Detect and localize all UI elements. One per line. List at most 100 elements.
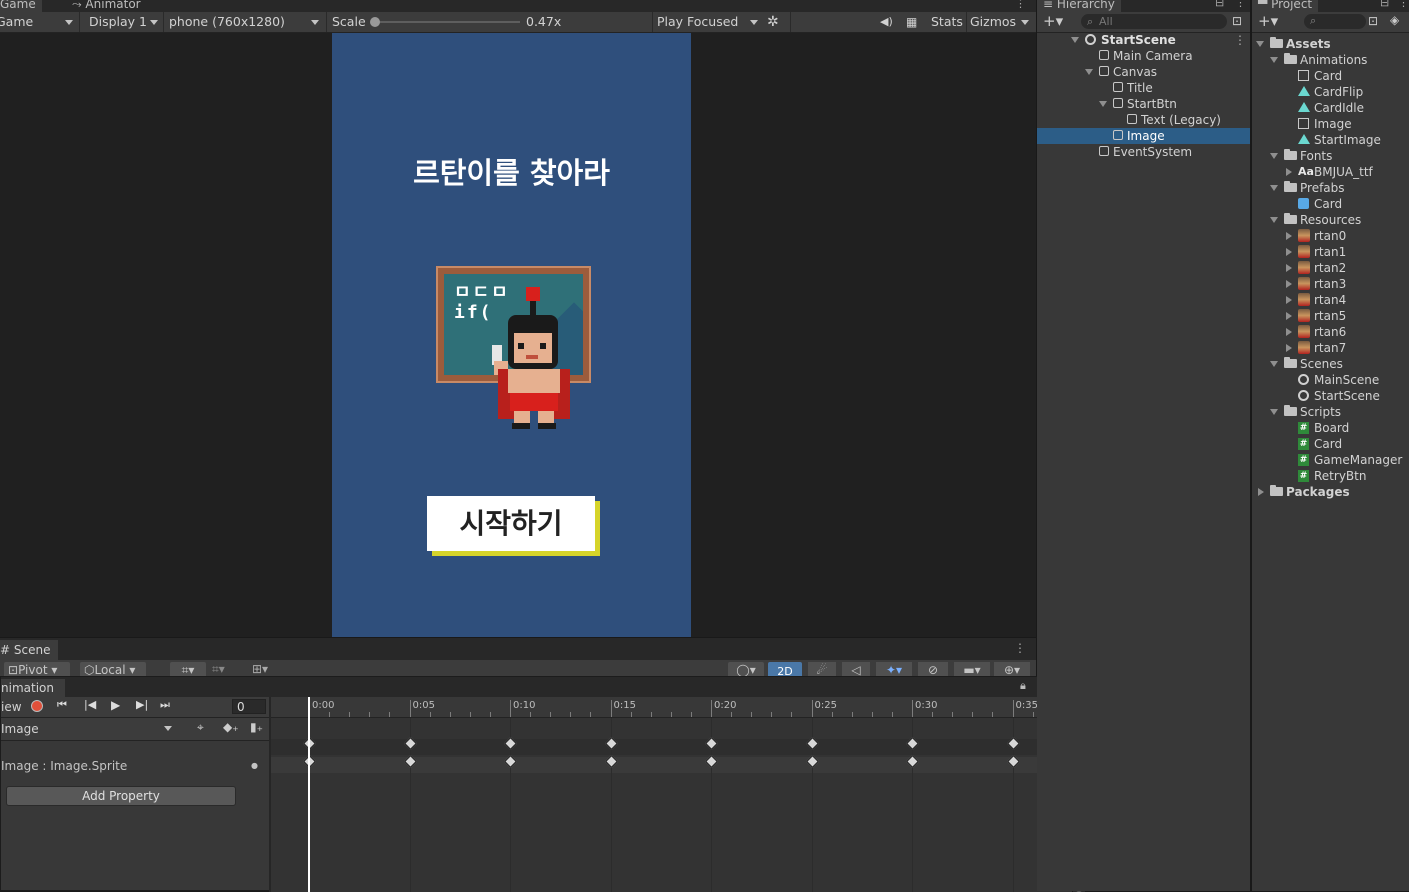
property-keyframe[interactable] (403, 755, 417, 768)
scale-slider-thumb[interactable] (370, 17, 380, 27)
expand-arrow-icon[interactable] (1258, 488, 1264, 496)
project-item[interactable]: Aa BMJUA_ttf (1252, 164, 1409, 180)
summary-keyframe[interactable] (1006, 737, 1020, 750)
expand-arrow-icon[interactable] (1286, 232, 1292, 240)
expand-arrow-icon[interactable] (1286, 344, 1292, 352)
hierarchy-item[interactable]: Text (Legacy) (1037, 112, 1250, 128)
hierarchy-add-icon[interactable]: +▾ (1043, 12, 1063, 30)
first-keyframe-icon[interactable]: ⏮ (57, 698, 67, 712)
property-row[interactable]: Image : Image.Sprite ● (1, 756, 269, 776)
summary-keyframe[interactable] (504, 737, 517, 750)
property-keyframe[interactable] (504, 755, 517, 768)
expand-arrow-icon[interactable] (1099, 101, 1107, 107)
add-keyframe-icon[interactable]: ◆₊ (223, 720, 239, 734)
project-lock-icon[interactable]: ⊟ (1380, 0, 1389, 9)
more-menu-icon[interactable]: ⋮ (1015, 0, 1026, 10)
project-item[interactable]: rtan2 (1252, 260, 1409, 276)
project-item[interactable]: CardIdle (1252, 100, 1409, 116)
keyboard-icon[interactable]: ▦ (906, 12, 917, 32)
expand-arrow-icon[interactable] (1270, 153, 1278, 159)
property-keyframe[interactable] (805, 755, 819, 768)
expand-arrow-icon[interactable] (1286, 312, 1292, 320)
tab-animation[interactable]: nimation (1, 679, 65, 697)
hierarchy-search-input[interactable]: ⌕ All (1081, 14, 1227, 29)
start-button[interactable]: 시작하기 (427, 496, 595, 551)
property-keyframe[interactable] (604, 755, 618, 768)
view-mode-dropdown[interactable]: Game (0, 12, 76, 32)
project-item[interactable]: Packages (1252, 484, 1409, 500)
add-property-button[interactable]: Add Property (6, 786, 236, 806)
expand-arrow-icon[interactable] (1270, 57, 1278, 63)
project-item[interactable]: rtan4 (1252, 292, 1409, 308)
project-item[interactable]: StartScene (1252, 388, 1409, 404)
tab-animator[interactable]: ⤳ Animator (66, 0, 147, 12)
project-item[interactable]: Resources (1252, 212, 1409, 228)
project-item[interactable]: Card (1252, 196, 1409, 212)
hierarchy-item[interactable]: Image (1037, 128, 1250, 144)
stats-button[interactable]: Stats (931, 12, 963, 32)
tab-scene[interactable]: # Scene (0, 640, 59, 660)
expand-arrow-icon[interactable] (1256, 41, 1264, 47)
project-item[interactable]: # GameManager (1252, 452, 1409, 468)
summary-keyframe[interactable] (604, 737, 618, 750)
summary-keyframe[interactable] (906, 737, 919, 750)
play-mode-dropdown[interactable]: Play Focused (657, 12, 761, 32)
expand-arrow-icon[interactable] (1270, 185, 1278, 191)
project-item[interactable]: rtan6 (1252, 324, 1409, 340)
property-keyframe[interactable] (1006, 755, 1020, 768)
increment-snap-icon[interactable]: ⊞▾ (252, 662, 268, 676)
add-event-icon[interactable]: ⌖ (197, 720, 204, 735)
expand-arrow-icon[interactable] (1270, 409, 1278, 415)
project-item[interactable]: # Board (1252, 420, 1409, 436)
tab-project[interactable]: ▀ Project (1252, 0, 1319, 12)
record-icon[interactable] (31, 700, 43, 712)
game-canvas[interactable]: 르탄이를 찾아라 ㅁㄷㅁ if(시작하기 (332, 33, 691, 637)
prev-keyframe-icon[interactable]: |◀ (84, 698, 96, 711)
grid-visibility-icon[interactable]: ⌗▾ (212, 662, 225, 677)
hierarchy-item[interactable]: Canvas (1037, 64, 1250, 80)
resolution-dropdown[interactable]: phone (760x1280) (169, 12, 322, 32)
project-item[interactable]: rtan3 (1252, 276, 1409, 292)
expand-arrow-icon[interactable] (1270, 217, 1278, 223)
summary-keyframe[interactable] (403, 737, 417, 750)
project-item[interactable]: rtan1 (1252, 244, 1409, 260)
project-item[interactable]: Prefabs (1252, 180, 1409, 196)
frame-field[interactable]: 0 (232, 699, 266, 714)
hierarchy-more-icon[interactable]: ⋮ (1235, 0, 1246, 9)
project-label-icon[interactable]: ◈ (1390, 13, 1399, 27)
scale-slider-track[interactable] (372, 21, 520, 23)
hierarchy-scene-row[interactable]: StartScene ⋮ (1037, 32, 1250, 48)
lock-icon[interactable]: 🔒︎ (1020, 679, 1026, 693)
project-item[interactable]: # RetryBtn (1252, 468, 1409, 484)
expand-arrow-icon[interactable] (1286, 264, 1292, 272)
property-keyframe[interactable] (906, 755, 919, 768)
expand-arrow-icon[interactable] (1286, 248, 1292, 256)
expand-arrow-icon[interactable] (1085, 69, 1093, 75)
project-item[interactable]: Scripts (1252, 404, 1409, 420)
project-item[interactable]: Card (1252, 68, 1409, 84)
hierarchy-item[interactable]: Main Camera (1037, 48, 1250, 64)
expand-arrow-icon[interactable] (1286, 168, 1292, 176)
project-add-icon[interactable]: +▾ (1258, 12, 1278, 30)
project-search-input[interactable]: ⌕ (1304, 14, 1366, 29)
project-item[interactable]: Scenes (1252, 356, 1409, 372)
project-more-icon[interactable]: ⋮ (1398, 0, 1409, 9)
project-item[interactable]: rtan5 (1252, 308, 1409, 324)
bug-icon[interactable]: ✲ (767, 12, 779, 32)
hierarchy-item[interactable]: Title (1037, 80, 1250, 96)
preview-toggle[interactable]: iew (1, 698, 22, 716)
project-item[interactable]: StartImage (1252, 132, 1409, 148)
add-event-marker-icon[interactable]: ▮₊ (250, 720, 263, 734)
summary-keyframe[interactable] (805, 737, 819, 750)
gizmos-dropdown[interactable]: Gizmos (970, 12, 1032, 32)
summary-keyframe[interactable] (705, 737, 718, 750)
project-item[interactable]: CardFlip (1252, 84, 1409, 100)
project-item[interactable]: Assets (1252, 36, 1409, 52)
expand-arrow-icon[interactable] (1270, 361, 1278, 367)
project-item[interactable]: Fonts (1252, 148, 1409, 164)
next-keyframe-icon[interactable]: ▶| (136, 698, 148, 711)
hierarchy-filter-icon[interactable]: ⊡ (1232, 14, 1242, 28)
property-keyframe[interactable] (705, 755, 718, 768)
project-item[interactable]: Animations (1252, 52, 1409, 68)
display-dropdown[interactable]: Display 1 (89, 12, 161, 32)
